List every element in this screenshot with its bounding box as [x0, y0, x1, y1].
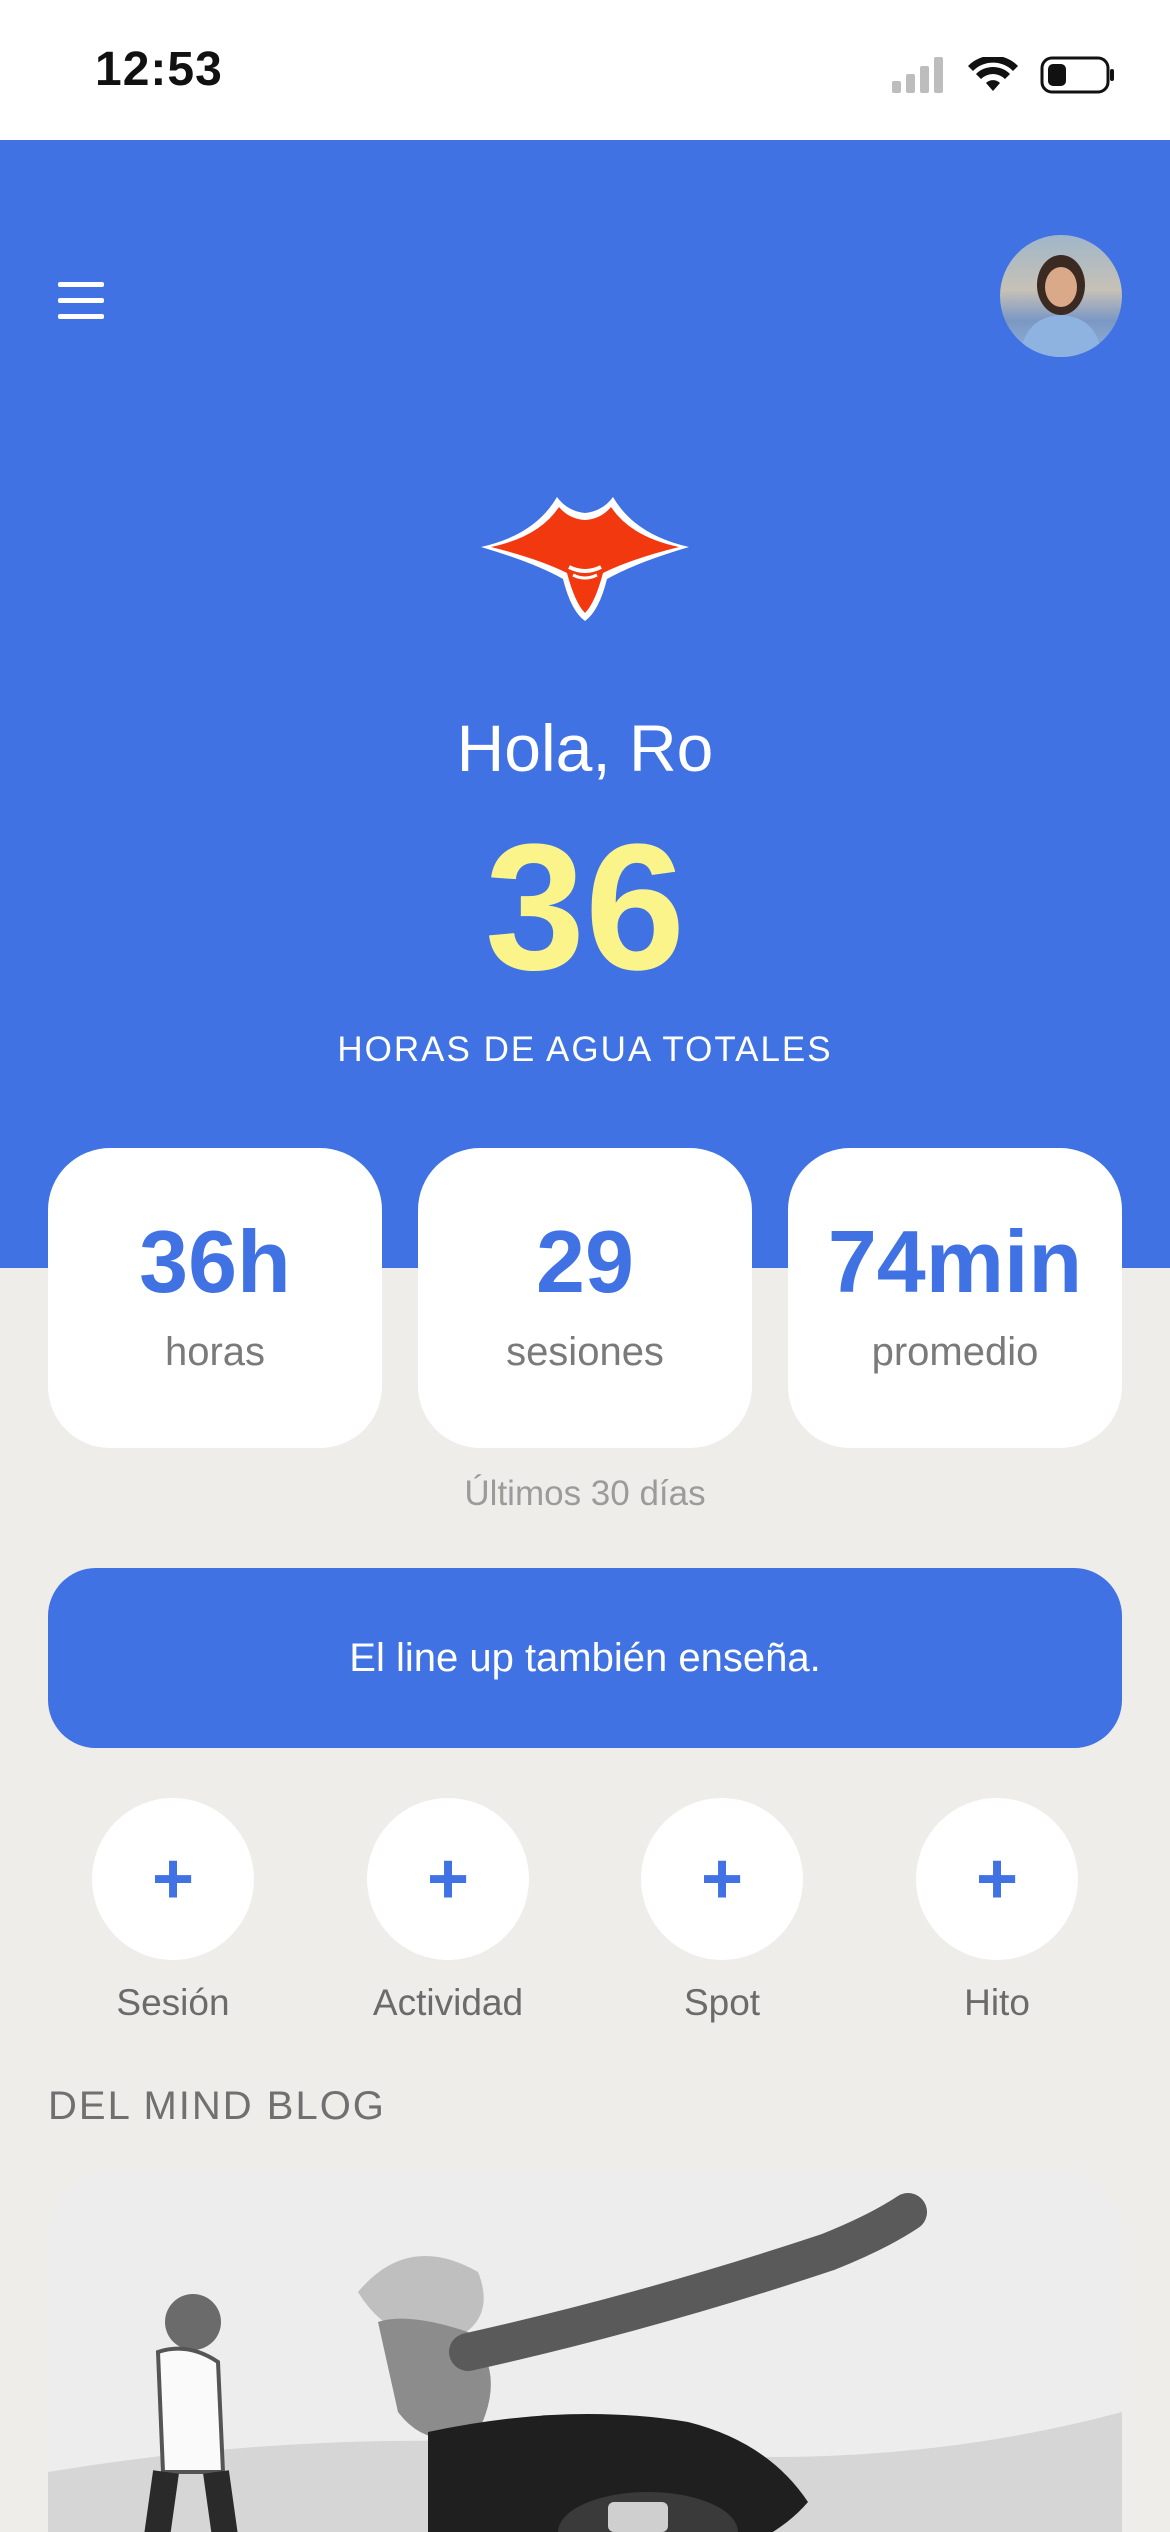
stat-label: promedio [871, 1330, 1039, 1374]
menu-button[interactable] [58, 282, 104, 322]
hero-section [0, 140, 1170, 1268]
plus-icon: + [367, 1798, 529, 1960]
plus-icon: + [92, 1798, 254, 1960]
total-hours-value: 36 [484, 807, 686, 1008]
cellular-signal-icon [892, 57, 943, 93]
add-spot-button[interactable]: + Spot [641, 1798, 803, 2024]
status-bar: 12:53 [0, 0, 1170, 140]
plus-icon: + [641, 1798, 803, 1960]
add-session-button[interactable]: + Sesión [92, 1798, 254, 2024]
blog-card-image [48, 2172, 1122, 2532]
plus-icon: + [916, 1798, 1078, 1960]
manta-ray-logo [481, 497, 689, 621]
quick-action-label: Hito [964, 1982, 1030, 2023]
stat-value: 36h [139, 1212, 291, 1311]
hamburger-icon [58, 282, 104, 287]
stat-value: 29 [536, 1212, 634, 1311]
total-hours-label: HORAS DE AGUA TOTALES [337, 1030, 833, 1069]
quick-action-label: Actividad [372, 1982, 524, 2023]
user-avatar-icon [1020, 255, 1102, 357]
stat-card-average[interactable]: 74min promedio [788, 1148, 1122, 1448]
add-milestone-button[interactable]: + Hito [916, 1798, 1078, 2024]
wifi-icon [968, 57, 1018, 91]
quick-action-label: Sesión [116, 1982, 230, 2023]
status-icons [892, 50, 1116, 100]
stat-label: horas [164, 1330, 266, 1374]
add-activity-button[interactable]: + Actividad [367, 1798, 529, 2024]
blog-section-title: DEL MIND BLOG [48, 2084, 386, 2128]
greeting: Hola, Ro [456, 711, 714, 785]
stats-period-label: Últimos 30 días [464, 1474, 706, 1513]
stat-card-sessions[interactable]: 29 sesiones [418, 1148, 752, 1448]
status-time: 12:53 [95, 43, 223, 96]
avatar[interactable] [1000, 235, 1122, 357]
quote-banner[interactable]: El line up también enseña. [48, 1568, 1122, 1748]
stat-label: sesiones [506, 1330, 664, 1374]
quick-action-label: Spot [683, 1982, 761, 2023]
blog-card[interactable] [48, 2172, 1122, 2532]
stat-card-hours[interactable]: 36h horas [48, 1148, 382, 1448]
stat-value: 74min [827, 1212, 1083, 1311]
battery-icon [1040, 56, 1114, 94]
